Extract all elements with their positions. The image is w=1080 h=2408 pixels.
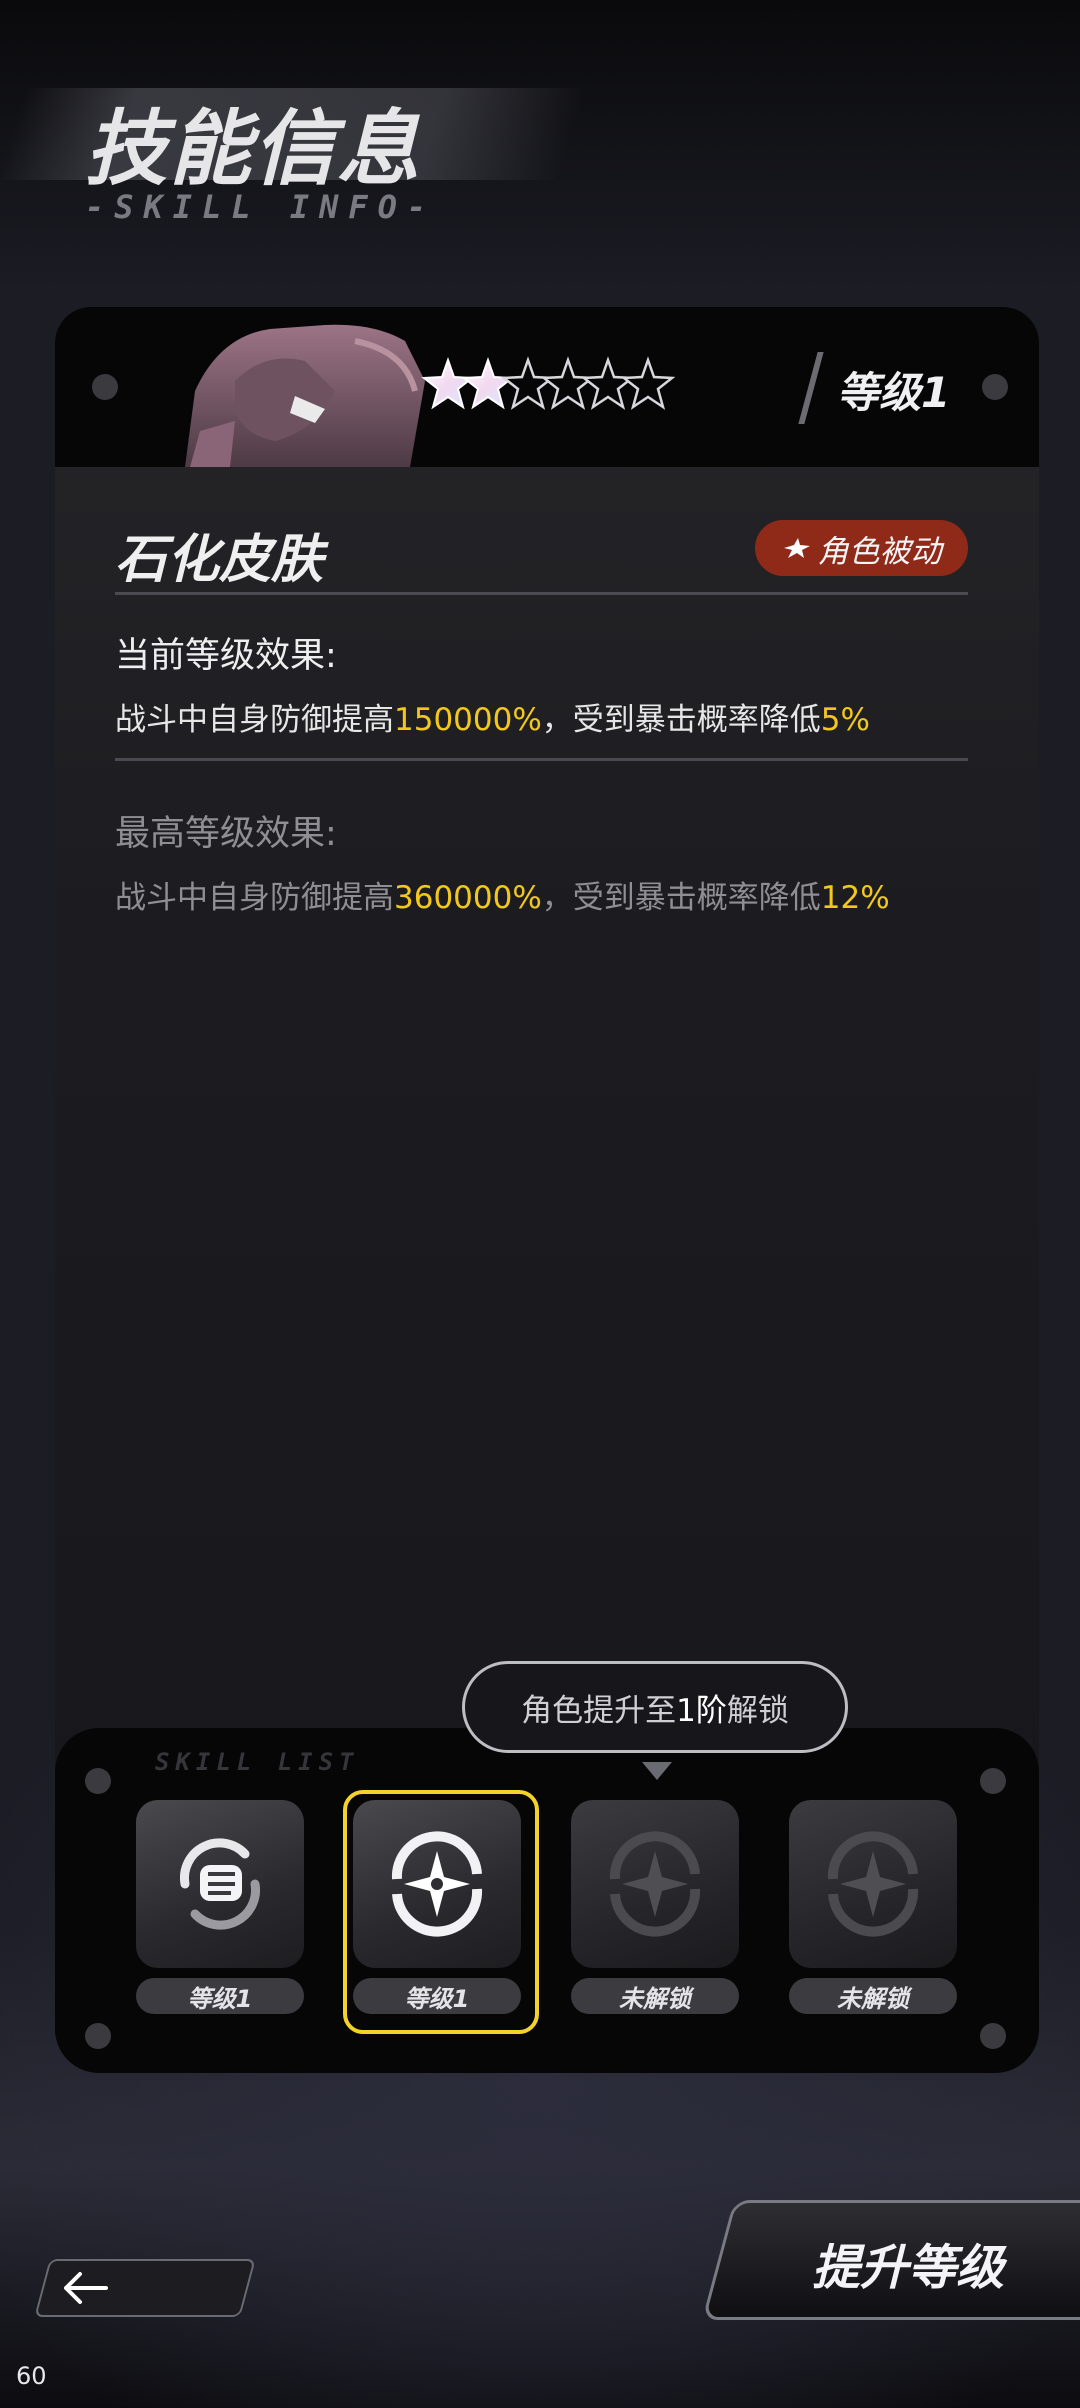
max-effect-text: 战斗中自身防御提高360000%，受到暴击概率降低12% — [115, 872, 890, 917]
rivet-dot — [982, 374, 1008, 400]
divider — [115, 592, 968, 595]
divider — [115, 758, 968, 761]
unlock-tip-text: 角色提升至 — [521, 1692, 677, 1729]
skill-slot-label: 等级1 — [136, 1978, 304, 2014]
fist-skill-icon — [180, 1838, 260, 1930]
skill-slot-icon-box — [789, 1800, 957, 1968]
locked-skill-icon — [827, 1831, 919, 1937]
skill-slot-icon-box — [571, 1800, 739, 1968]
effect-text: 战斗中自身防御提高 — [115, 702, 394, 738]
panel-watermark: SKILL LIST — [155, 1748, 360, 1776]
skill-slot-icon-box — [136, 1800, 304, 1968]
effect-value: 5% — [820, 702, 870, 738]
star-ring-skill-icon — [391, 1831, 483, 1937]
skill-card-header: 等级1 — [55, 307, 1039, 467]
rivet-dot — [92, 374, 118, 400]
effect-value: 360000% — [394, 880, 542, 916]
current-effect-title: 当前等级效果: — [115, 636, 337, 676]
skill-name: 石化皮肤 — [115, 530, 324, 590]
rivet-dot — [980, 1768, 1006, 1794]
rivet-dot — [85, 2023, 111, 2049]
unlock-tip-rank: 1阶 — [676, 1692, 727, 1729]
skill-slot-label: 等级1 — [353, 1978, 521, 2014]
skill-slot-label: 未解锁 — [789, 1978, 957, 2014]
passive-star-icon — [783, 538, 810, 558]
skill-slot-label: 未解锁 — [571, 1978, 739, 2014]
skill-slot-panel: SKILL LIST 等级1 等级1 未解锁 未解锁 — [55, 1728, 1039, 2073]
unlock-tooltip: 角色提升至 1阶 解锁 — [462, 1661, 848, 1753]
fps-counter: 60 — [16, 2362, 47, 2390]
effect-text: 战斗中自身防御提高 — [115, 880, 394, 916]
rivet-dot — [85, 1768, 111, 1794]
locked-skill-icon — [609, 1831, 701, 1937]
effect-text: ，受到暴击概率降低 — [541, 880, 821, 916]
star-rating — [423, 358, 674, 409]
effect-value: 12% — [820, 880, 890, 916]
skill-slot-2[interactable]: 等级1 — [343, 1790, 539, 2034]
effect-text: ，受到暴击概率降低 — [541, 702, 821, 738]
upgrade-button-label: 提升等级 — [812, 2240, 1005, 2296]
skill-level: 等级1 — [837, 368, 951, 417]
skill-type-label: 角色被动 — [817, 533, 942, 570]
current-effect-text: 战斗中自身防御提高150000%，受到暴击概率降低5% — [115, 694, 870, 739]
skill-slot-4[interactable]: 未解锁 — [789, 1800, 957, 2016]
skill-slot-icon-box — [353, 1800, 521, 1968]
effect-value: 150000% — [394, 702, 542, 738]
skill-card: 等级1 石化皮肤 角色被动 当前等级效果: 战斗中自身防御提高150000%，受… — [55, 307, 1039, 1867]
unlock-tip-text: 解锁 — [726, 1692, 789, 1729]
max-effect-title: 最高等级效果: — [115, 814, 337, 854]
page-title: 技能信息 — [85, 102, 421, 197]
tooltip-pointer — [642, 1762, 672, 1780]
back-arrow-icon — [64, 2272, 108, 2304]
rivet-dot — [980, 2023, 1006, 2049]
page-subtitle: -SKILL INFO- — [85, 188, 437, 226]
skill-slot-3[interactable]: 未解锁 — [571, 1800, 739, 2016]
level-divider — [798, 352, 824, 424]
skill-slot-1[interactable]: 等级1 — [136, 1800, 304, 2016]
skill-type-badge: 角色被动 — [755, 520, 968, 576]
